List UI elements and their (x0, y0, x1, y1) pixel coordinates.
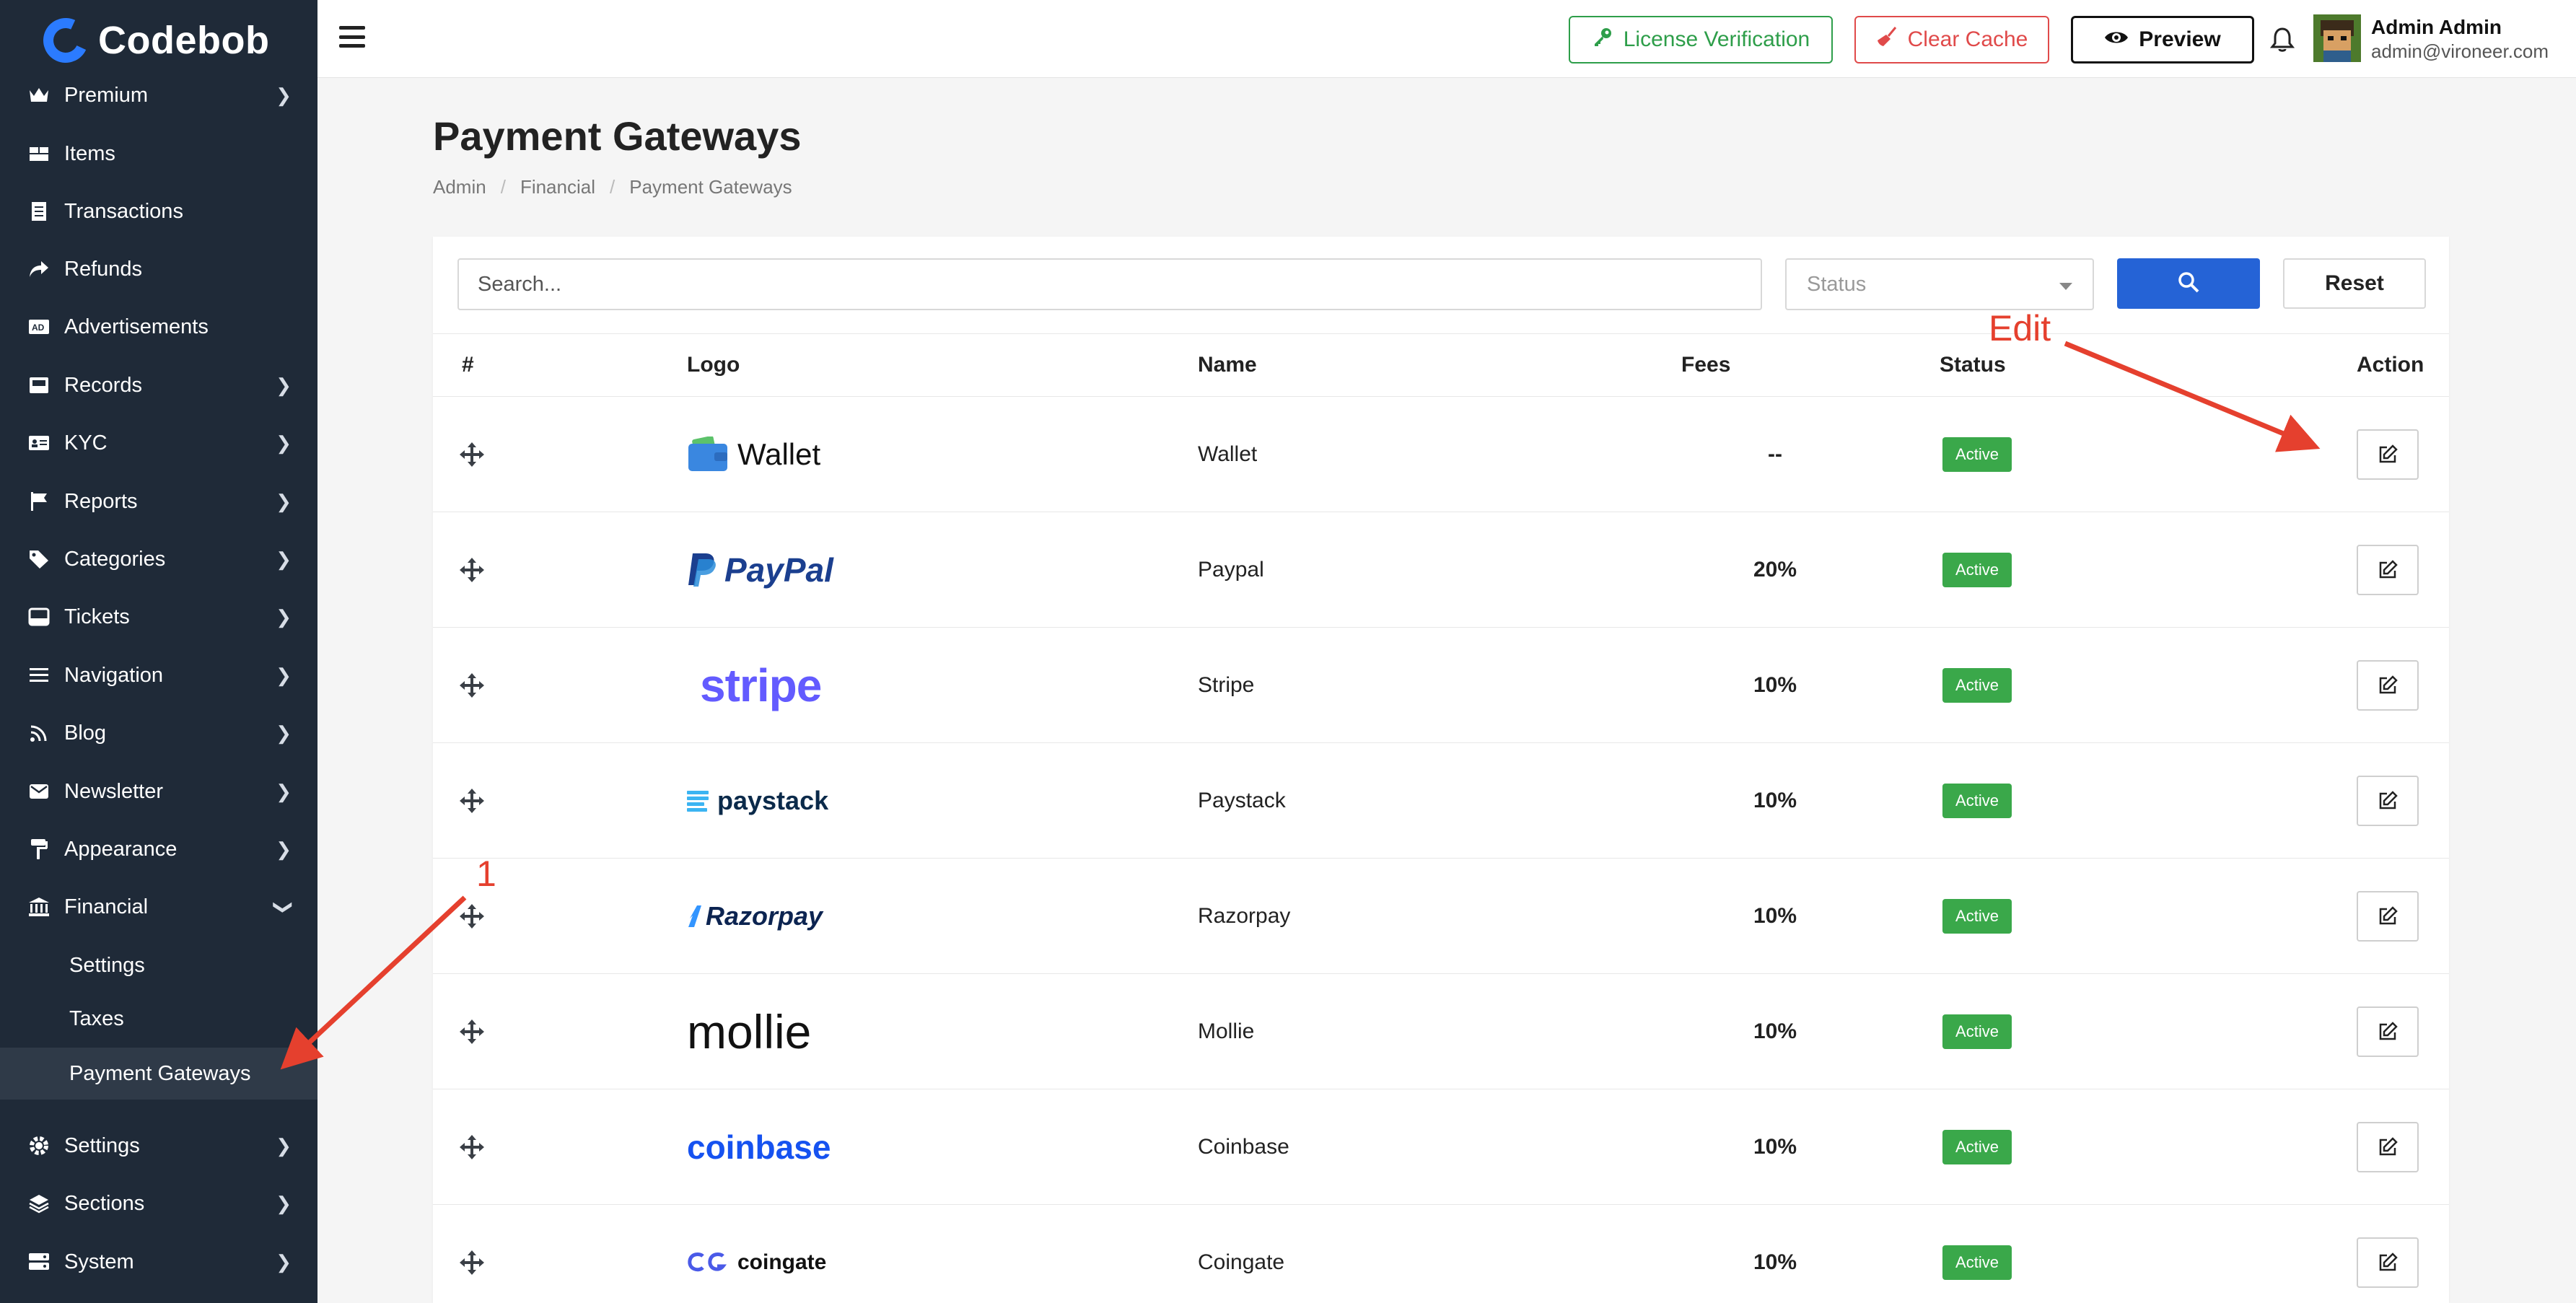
annotation-arrow-edit (2064, 341, 2321, 452)
annotation-arrow-step (280, 895, 467, 1070)
annotation-arrows (280, 341, 2321, 1070)
